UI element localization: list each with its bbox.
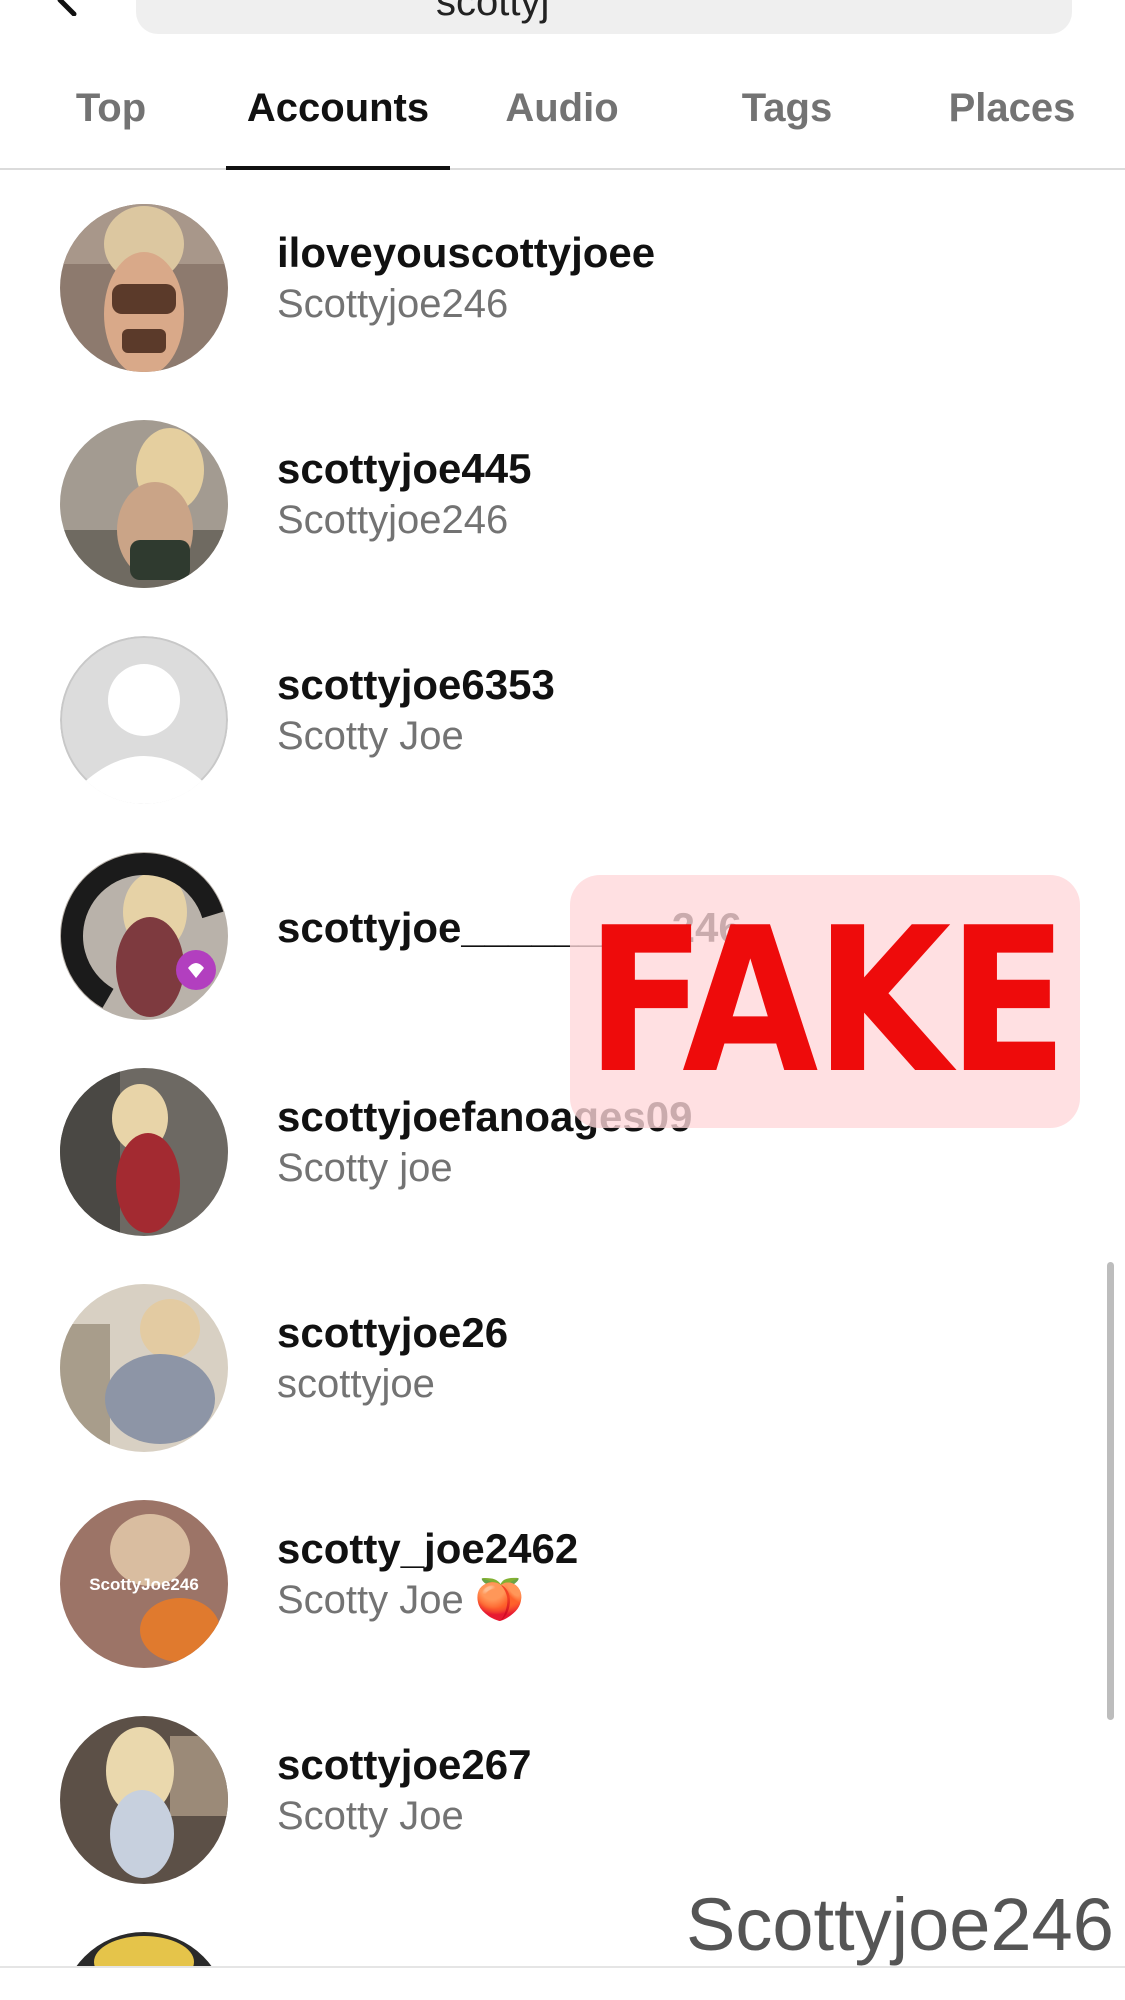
- account-username: scottyjoe26: [277, 1309, 509, 1356]
- search-tabs: Top Accounts Audio Tags Places: [0, 46, 1125, 170]
- divider: [0, 1966, 1125, 1968]
- tab-accounts[interactable]: Accounts: [226, 46, 450, 170]
- account-full-name: Scottyjoe246: [277, 498, 509, 542]
- avatar: ScottyJoe246: [60, 1500, 228, 1668]
- avatar: [60, 1932, 228, 1968]
- account-row[interactable]: scottyjoe6353 Scotty Joe: [0, 602, 1125, 818]
- account-username: scotty_joe2462: [277, 1525, 579, 1572]
- tab-audio[interactable]: Audio: [484, 46, 640, 170]
- avatar: [60, 1068, 228, 1236]
- avatar: [60, 204, 228, 372]
- avatar: [60, 1284, 228, 1452]
- fake-stamp-text: FAKE: [585, 884, 1068, 1118]
- tab-tags[interactable]: Tags: [712, 46, 862, 170]
- account-username: scottyjoe445: [277, 445, 532, 492]
- account-text: iloveyouscottyjoee Scottyjoe246: [277, 228, 655, 330]
- search-input[interactable]: scottyj: [136, 0, 1072, 34]
- account-username: scottyjoe267: [277, 1741, 532, 1788]
- scrollbar[interactable]: [1107, 1262, 1114, 1720]
- avatar: [60, 852, 228, 1020]
- avatar-overlay-text: ScottyJoe246: [89, 1575, 199, 1594]
- account-full-name: Scotty Joe: [277, 714, 464, 758]
- watermark: Scottyjoe246: [686, 1883, 1114, 1966]
- account-row[interactable]: scottyjoe26 scottyjoe: [0, 1250, 1125, 1466]
- account-text: scottyjoe445 Scottyjoe246: [277, 444, 531, 546]
- search-query: scottyj: [436, 0, 550, 24]
- account-text: scotty_joe2462 Scotty Joe 🍑: [277, 1524, 578, 1626]
- account-full-name: Scotty Joe: [277, 1794, 464, 1838]
- account-text: scottyjoe26 scottyjoe: [277, 1308, 508, 1410]
- account-row[interactable]: scottyjoe267 Scotty Joe: [0, 1682, 1125, 1898]
- account-text: scottyjoe6353 Scotty Joe: [277, 660, 555, 762]
- account-full-name: Scotty Joe 🍑: [277, 1578, 525, 1622]
- back-arrow-icon[interactable]: [52, 0, 86, 16]
- account-username: scottyjoe6353: [277, 661, 555, 708]
- account-full-name: Scotty joe: [277, 1146, 453, 1190]
- avatar: [60, 1716, 228, 1884]
- fake-stamp: FAKE: [570, 875, 1080, 1128]
- account-row[interactable]: ScottyJoe246 scotty_joe2462 Scotty Joe 🍑: [0, 1466, 1125, 1682]
- default-avatar-icon: [60, 636, 228, 804]
- tab-top[interactable]: Top: [40, 46, 182, 170]
- top-bar: scottyj: [0, 0, 1125, 46]
- account-row[interactable]: iloveyouscottyjoee Scottyjoe246: [0, 170, 1125, 386]
- account-row[interactable]: scottyjoe445 Scottyjoe246: [0, 386, 1125, 602]
- avatar: [60, 420, 228, 588]
- account-full-name: scottyjoe: [277, 1362, 435, 1406]
- account-username: iloveyouscottyjoee: [277, 229, 656, 276]
- account-text: scottyjoe267 Scotty Joe: [277, 1740, 531, 1842]
- tab-places[interactable]: Places: [930, 46, 1094, 170]
- account-full-name: Scottyjoe246: [277, 282, 509, 326]
